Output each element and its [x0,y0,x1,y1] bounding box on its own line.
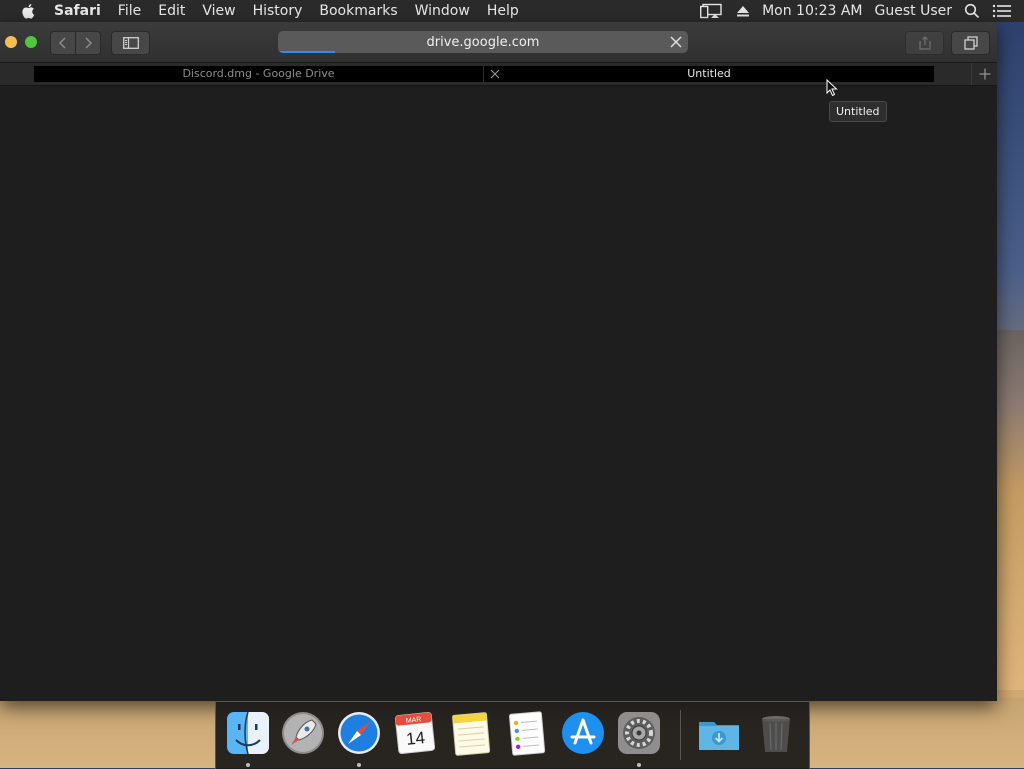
menu-history[interactable]: History [253,0,303,22]
spotlight-search-icon[interactable] [964,3,980,19]
page-load-progress [278,51,336,53]
safari-icon[interactable] [336,710,382,756]
tab-title: Untitled [687,67,731,80]
web-content-area[interactable] [0,86,997,701]
system-preferences-icon[interactable] [616,710,662,756]
notification-center-icon[interactable] [992,3,1012,19]
show-all-tabs-button[interactable] [951,31,990,55]
tab-tooltip: Untitled [829,101,887,122]
downloads-folder-icon[interactable] [696,710,742,756]
menubar-clock[interactable]: Mon 10:23 AM [762,3,862,19]
share-button[interactable] [905,31,944,55]
safari-toolbar: drive.google.com [0,22,997,63]
launchpad-icon[interactable] [280,710,326,756]
finder-running-indicator [246,763,250,767]
dock: MAR 14 [215,701,810,769]
finder-icon[interactable] [225,710,271,756]
share-icon [918,36,931,50]
airplay-icon[interactable] [700,3,724,19]
menu-view[interactable]: View [202,0,235,22]
notes-icon[interactable] [448,710,494,756]
system-preferences-running-indicator [637,763,641,767]
back-button[interactable] [50,31,76,55]
trash-icon[interactable] [753,710,799,756]
menu-window[interactable]: Window [415,0,470,22]
sidebar-icon [122,37,139,49]
eject-icon[interactable] [736,4,750,18]
fullscreen-button[interactable] [25,36,37,48]
address-bar-url: drive.google.com [426,34,540,50]
forward-button[interactable] [76,31,101,55]
calendar-day: 14 [405,728,426,749]
navigation-buttons [50,31,101,55]
app-menu-safari[interactable]: Safari [54,0,101,22]
address-bar[interactable]: drive.google.com [278,31,688,53]
plus-icon [979,68,991,80]
calendar-icon[interactable]: MAR 14 [392,710,438,756]
show-sidebar-button[interactable] [111,31,150,55]
stop-loading-icon[interactable] [669,35,683,49]
tab-bar: Discord.dmg - Google Drive Untitled [0,63,997,86]
app-store-icon[interactable] [560,710,606,756]
tab-title: Discord.dmg - Google Drive [182,67,335,80]
chevron-right-icon [85,37,93,49]
menu-edit[interactable]: Edit [158,0,185,22]
menubar-user[interactable]: Guest User [875,3,952,19]
reminders-icon[interactable] [504,710,550,756]
minimize-button[interactable] [5,36,17,48]
tabs-overview-icon [963,36,978,50]
chevron-left-icon [58,37,66,49]
apple-menu-icon[interactable] [20,2,38,20]
tab-discord-google-drive[interactable]: Discord.dmg - Google Drive [34,66,483,82]
tab-untitled[interactable]: Untitled [484,66,934,82]
menu-bar: Safari File Edit View History Bookmarks … [0,0,1024,22]
safari-window: drive.google.com Discord.dmg - Google Dr… [0,22,997,701]
mouse-pointer-icon [826,79,838,97]
menu-bookmarks[interactable]: Bookmarks [319,0,397,22]
menu-file[interactable]: File [118,0,141,22]
close-tab-icon[interactable] [490,69,500,79]
safari-running-indicator [357,763,361,767]
menu-help[interactable]: Help [487,0,519,22]
new-tab-button[interactable] [971,63,998,85]
dock-separator [680,710,681,760]
